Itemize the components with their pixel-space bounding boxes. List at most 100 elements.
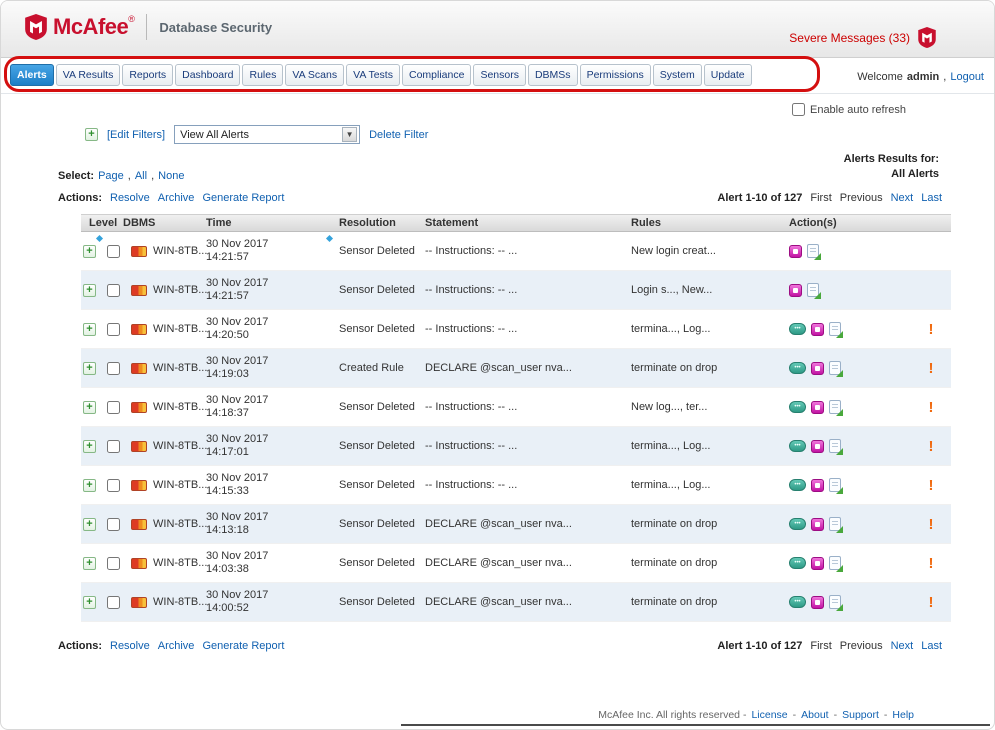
pagination-last-link[interactable]: Last: [921, 640, 942, 652]
help-link[interactable]: Help: [892, 709, 914, 721]
tab-dashboard[interactable]: Dashboard: [175, 64, 240, 86]
pagination-previous[interactable]: Previous: [840, 640, 883, 652]
pagination-previous[interactable]: Previous: [840, 192, 883, 204]
license-link[interactable]: License: [751, 709, 787, 721]
expand-row-button[interactable]: +: [83, 518, 96, 531]
expand-row-button[interactable]: +: [83, 401, 96, 414]
report-icon[interactable]: [829, 322, 841, 336]
rule-icon[interactable]: [811, 323, 824, 336]
row-select-checkbox[interactable]: [107, 518, 120, 531]
report-icon[interactable]: [829, 556, 841, 570]
rule-icon[interactable]: [811, 401, 824, 414]
resolve-link[interactable]: Resolve: [110, 192, 150, 204]
tab-compliance[interactable]: Compliance: [402, 64, 471, 86]
report-icon[interactable]: [807, 283, 819, 297]
tab-alerts[interactable]: Alerts: [10, 64, 54, 86]
expand-filters-icon[interactable]: +: [85, 128, 98, 141]
report-icon[interactable]: [807, 244, 819, 258]
pagination-first[interactable]: First: [810, 640, 831, 652]
column-header-level[interactable]: Level: [89, 217, 117, 229]
row-select-checkbox[interactable]: [107, 557, 120, 570]
generate-report-link-bottom[interactable]: Generate Report: [202, 640, 284, 652]
tab-sensors[interactable]: Sensors: [473, 64, 526, 86]
audit-icon[interactable]: [789, 557, 806, 569]
audit-icon[interactable]: [789, 440, 806, 452]
expand-row-button[interactable]: +: [83, 557, 96, 570]
audit-icon[interactable]: [789, 479, 806, 491]
row-select-checkbox[interactable]: [107, 440, 120, 453]
row-select-checkbox[interactable]: [107, 479, 120, 492]
rule-icon[interactable]: [811, 518, 824, 531]
row-select-checkbox[interactable]: [107, 401, 120, 414]
unresolved-alert-indicator: !: [929, 438, 934, 455]
expand-row-button[interactable]: +: [83, 245, 96, 258]
tab-va-scans[interactable]: VA Scans: [285, 64, 344, 86]
column-header-dbms[interactable]: DBMS: [123, 217, 155, 229]
tab-permissions[interactable]: Permissions: [580, 64, 651, 86]
column-header-actions[interactable]: Action(s): [789, 217, 837, 229]
archive-link-bottom[interactable]: Archive: [158, 640, 195, 652]
tab-update[interactable]: Update: [704, 64, 752, 86]
pagination-first[interactable]: First: [810, 192, 831, 204]
tab-dbmss[interactable]: DBMSs: [528, 64, 578, 86]
rule-icon[interactable]: [789, 245, 802, 258]
report-icon[interactable]: [829, 478, 841, 492]
severe-shield-icon[interactable]: [918, 27, 936, 48]
report-icon[interactable]: [829, 595, 841, 609]
resolve-link-bottom[interactable]: Resolve: [110, 640, 150, 652]
expand-row-button[interactable]: +: [83, 440, 96, 453]
support-link[interactable]: Support: [842, 709, 879, 721]
audit-icon[interactable]: [789, 401, 806, 413]
tab-rules[interactable]: Rules: [242, 64, 283, 86]
rule-icon[interactable]: [811, 479, 824, 492]
report-icon[interactable]: [829, 517, 841, 531]
pagination-next-link[interactable]: Next: [891, 640, 914, 652]
time-cell: 30 Nov 2017 14:19:03: [206, 355, 339, 381]
tab-reports[interactable]: Reports: [122, 64, 173, 86]
audit-icon[interactable]: [789, 596, 806, 608]
pagination-next-link[interactable]: Next: [891, 192, 914, 204]
generate-report-link[interactable]: Generate Report: [202, 192, 284, 204]
column-header-statement[interactable]: Statement: [425, 217, 478, 229]
tab-va-tests[interactable]: VA Tests: [346, 64, 400, 86]
logout-link[interactable]: Logout: [950, 71, 984, 83]
rule-icon[interactable]: [811, 440, 824, 453]
expand-row-button[interactable]: +: [83, 596, 96, 609]
column-header-rules[interactable]: Rules: [631, 217, 661, 229]
audit-icon[interactable]: [789, 323, 806, 335]
select-page-link[interactable]: Page: [98, 170, 124, 182]
row-select-checkbox[interactable]: [107, 362, 120, 375]
archive-link[interactable]: Archive: [158, 192, 195, 204]
pagination-last-link[interactable]: Last: [921, 192, 942, 204]
row-select-checkbox[interactable]: [107, 596, 120, 609]
rule-icon[interactable]: [789, 284, 802, 297]
row-select-checkbox[interactable]: [107, 323, 120, 336]
row-select-checkbox[interactable]: [107, 284, 120, 297]
column-header-time[interactable]: Time: [206, 217, 231, 229]
expand-row-button[interactable]: +: [83, 284, 96, 297]
audit-icon[interactable]: [789, 362, 806, 374]
report-icon[interactable]: [829, 439, 841, 453]
tab-va-results[interactable]: VA Results: [56, 64, 121, 86]
alert-filter-select[interactable]: View All Alerts ▼: [174, 125, 360, 144]
edit-filters-link[interactable]: [Edit Filters]: [107, 129, 165, 141]
expand-row-button[interactable]: +: [83, 323, 96, 336]
report-icon[interactable]: [829, 400, 841, 414]
table-header: Level DBMS Time Resolution Statement Rul…: [81, 214, 951, 232]
select-none-link[interactable]: None: [158, 170, 184, 182]
severe-messages-link[interactable]: Severe Messages (33): [789, 31, 910, 45]
tab-system[interactable]: System: [653, 64, 702, 86]
about-link[interactable]: About: [801, 709, 828, 721]
delete-filter-link[interactable]: Delete Filter: [369, 129, 428, 141]
expand-row-button[interactable]: +: [83, 479, 96, 492]
report-icon[interactable]: [829, 361, 841, 375]
expand-row-button[interactable]: +: [83, 362, 96, 375]
column-header-resolution[interactable]: Resolution: [339, 217, 396, 229]
rule-icon[interactable]: [811, 596, 824, 609]
row-select-checkbox[interactable]: [107, 245, 120, 258]
rule-icon[interactable]: [811, 362, 824, 375]
select-all-link[interactable]: All: [135, 170, 147, 182]
audit-icon[interactable]: [789, 518, 806, 530]
auto-refresh-checkbox[interactable]: [792, 103, 805, 116]
rule-icon[interactable]: [811, 557, 824, 570]
